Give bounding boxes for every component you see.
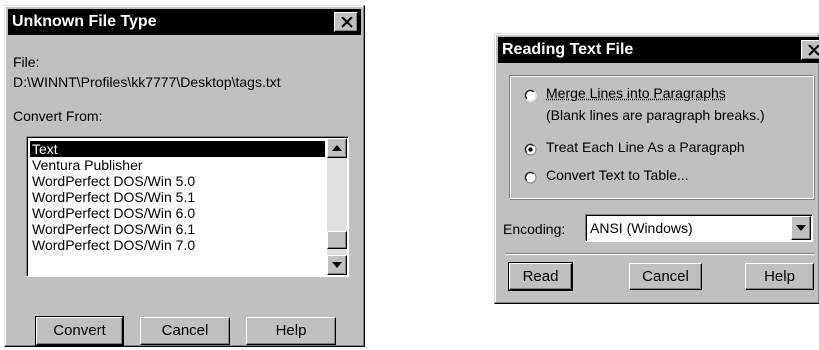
scroll-thumb[interactable] (327, 231, 347, 249)
scroll-up-button[interactable] (327, 138, 347, 158)
radio-button-unchecked[interactable] (524, 171, 537, 184)
help-button[interactable]: Help (745, 263, 814, 290)
cancel-button[interactable]: Cancel (140, 317, 230, 345)
close-button[interactable] (801, 40, 819, 60)
reading-text-file-dialog: Reading Text File Merge Lines into Parag… (494, 33, 819, 304)
cancel-button[interactable]: Cancel (629, 263, 702, 290)
dialog-title-bar[interactable]: Unknown File Type (8, 9, 361, 35)
help-button[interactable]: Help (246, 317, 336, 345)
dialog-title-bar[interactable]: Reading Text File (498, 37, 819, 63)
file-label: File: (13, 54, 40, 70)
chevron-down-icon (796, 225, 806, 231)
encoding-value: ANSI (Windows) (590, 220, 693, 236)
dialog-title: Reading Text File (502, 41, 634, 58)
close-button[interactable] (334, 12, 358, 32)
convert-button-label: Convert (53, 322, 106, 339)
close-icon (341, 17, 353, 28)
list-item[interactable]: WordPerfect DOS/Win 6.0 (30, 205, 195, 221)
convert-to-table-label: Convert Text to Table... (546, 167, 689, 183)
cancel-button-label: Cancel (161, 322, 209, 339)
merge-lines-label: Merge Lines into Paragraphs (546, 85, 726, 101)
close-icon (808, 45, 819, 56)
vertical-scrollbar[interactable] (327, 138, 347, 275)
file-path: D:\WINNT\Profiles\kk7777\Desktop\tags.tx… (13, 74, 281, 90)
convert-button[interactable]: Convert (35, 316, 124, 346)
list-item[interactable]: Ventura Publisher (30, 157, 143, 173)
list-item[interactable]: WordPerfect DOS/Win 5.1 (30, 189, 195, 205)
arrow-down-icon (332, 262, 342, 268)
separator (505, 253, 815, 255)
unknown-file-type-dialog: Unknown File Type File: D:\WINNT\Profile… (4, 5, 365, 347)
help-button-label: Help (275, 322, 307, 339)
treat-each-line-label: Treat Each Line As a Paragraph (546, 139, 745, 155)
read-button[interactable]: Read (508, 262, 573, 291)
list-item[interactable]: WordPerfect DOS/Win 7.0 (30, 237, 195, 253)
convert-from-label: Convert From: (13, 108, 103, 124)
dialog-title: Unknown File Type (12, 13, 157, 30)
radio-button-unchecked[interactable] (524, 89, 537, 102)
dropdown-button[interactable] (791, 216, 811, 240)
list-item[interactable]: WordPerfect DOS/Win 6.1 (30, 221, 195, 237)
merge-lines-note: (Blank lines are paragraph breaks.) (546, 107, 765, 123)
paragraph-options-group: Merge Lines into Paragraphs (Blank lines… (509, 75, 814, 199)
convert-from-listbox[interactable]: Text Ventura Publisher WordPerfect DOS/W… (26, 136, 349, 277)
scroll-down-button[interactable] (327, 255, 347, 275)
cancel-button-label: Cancel (642, 268, 689, 285)
list-item[interactable]: WordPerfect DOS/Win 5.0 (30, 173, 195, 189)
read-button-label: Read (522, 268, 559, 285)
list-item[interactable]: Text (30, 141, 325, 157)
arrow-up-icon (332, 145, 342, 151)
encoding-label: Encoding: (503, 221, 566, 237)
radio-button-checked[interactable] (524, 143, 537, 156)
encoding-dropdown[interactable]: ANSI (Windows) (585, 214, 813, 242)
help-button-label: Help (764, 268, 795, 285)
